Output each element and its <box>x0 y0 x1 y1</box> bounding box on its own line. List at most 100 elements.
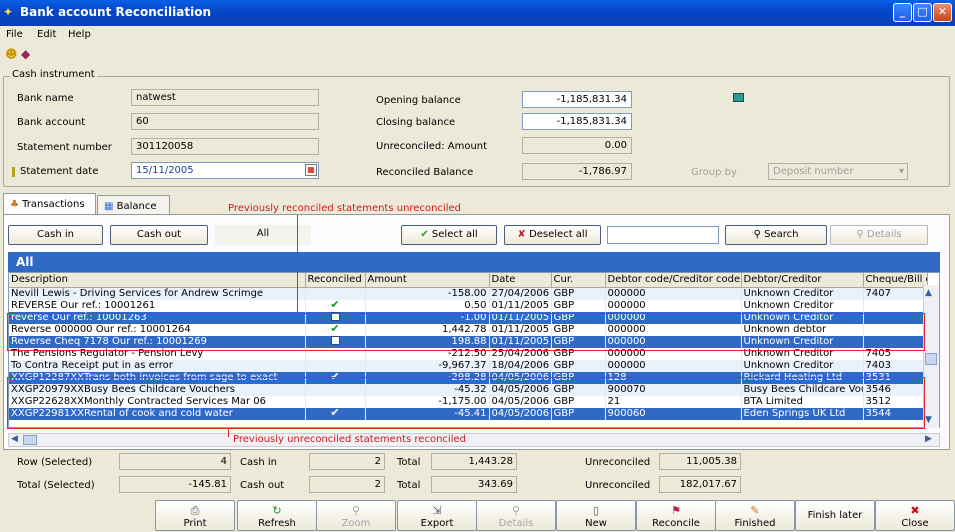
statement-number-label: Statement number <box>17 142 112 153</box>
print-button[interactable]: ⎙ Print <box>155 500 235 531</box>
reconciled-balance-field: -1,786.97 <box>522 163 632 180</box>
column-header-currency[interactable]: Cur. <box>551 273 606 288</box>
table-row[interactable]: To Contra Receipt put in as error -9,967.… <box>9 359 928 372</box>
calendar-icon[interactable]: ▦ <box>305 164 317 176</box>
scroll-left-icon[interactable]: ◀ <box>11 434 18 444</box>
smiley-icon[interactable]: ☻ <box>5 47 18 61</box>
select-all-button[interactable]: ✔ Select all <box>401 225 497 245</box>
scroll-down-icon[interactable]: ▼ <box>925 415 932 425</box>
menu-help[interactable]: Help <box>68 29 91 40</box>
finished-button[interactable]: ✎ Finished <box>715 500 795 531</box>
details-icon: ⚲ <box>511 504 521 517</box>
new-label: New <box>585 518 607 529</box>
cell-reconciled[interactable] <box>305 359 366 372</box>
cash-out-button[interactable]: Cash out <box>110 225 208 245</box>
cell-description: To Contra Receipt put in as error <box>9 359 306 372</box>
column-header-party[interactable]: Debtor/Creditor <box>741 273 864 288</box>
cash-out-count-label: Cash out <box>240 480 285 491</box>
close-label: Close <box>901 518 929 529</box>
close-icon: ✖ <box>910 504 920 517</box>
close-button[interactable]: ✖ Close <box>875 500 955 531</box>
statement-date-field[interactable]: 15/11/2005 <box>131 162 319 179</box>
chevron-down-icon: ▾ <box>898 166 904 177</box>
cash-in-count-value: 2 <box>309 453 385 470</box>
horizontal-scrollbar[interactable]: ◀ ▶ <box>8 433 940 447</box>
cell-party: Unknown Creditor <box>741 287 864 300</box>
menu-edit[interactable]: Edit <box>37 29 56 40</box>
total-out-label: Total <box>397 480 421 491</box>
cell-cheque <box>863 299 928 312</box>
cell-cheque: 7403 <box>863 359 928 372</box>
reconcile-button[interactable]: ⚑ Reconcile <box>636 500 716 531</box>
cell-currency: GBP <box>551 359 606 372</box>
scroll-up-icon[interactable]: ▲ <box>925 288 932 298</box>
search-button[interactable]: ⚲ Search <box>725 225 827 245</box>
deselect-all-label: Deselect all <box>529 229 588 240</box>
uncheck-icon: ✘ <box>517 229 526 240</box>
cell-cheque: 7407 <box>863 287 928 300</box>
finish-later-button[interactable]: Finish later <box>795 500 875 531</box>
finished-icon: ✎ <box>750 504 760 517</box>
cell-reconciled[interactable] <box>305 287 366 300</box>
cell-reconciled[interactable]: ✔ <box>305 299 366 312</box>
new-button[interactable]: ▯ New <box>556 500 636 531</box>
refresh-icon: ↻ <box>272 504 282 517</box>
export-label: Export <box>420 518 454 529</box>
export-button[interactable]: ⇲ Export <box>397 500 477 531</box>
minimize-button[interactable]: _ <box>893 3 912 22</box>
check-icon: ✔ <box>420 229 429 240</box>
hscroll-thumb[interactable] <box>23 435 37 445</box>
scroll-right-icon[interactable]: ▶ <box>925 434 932 444</box>
closing-balance-field[interactable]: -1,185,831.34 <box>522 113 632 130</box>
column-header-amount[interactable]: Amount <box>365 273 490 288</box>
window-title: Bank account Reconciliation <box>20 5 211 19</box>
deselect-all-button[interactable]: ✘ Deselect all <box>504 225 601 245</box>
close-window-button[interactable]: ✕ <box>933 3 952 22</box>
cell-code: 000000 <box>605 359 742 372</box>
bank-account-label: Bank account <box>17 117 86 128</box>
zoom-icon: ⚲ <box>351 504 361 517</box>
refresh-button[interactable]: ↻ Refresh <box>237 500 317 531</box>
menu-file[interactable]: File <box>6 29 23 40</box>
scroll-thumb[interactable] <box>925 353 937 365</box>
details-filter-button[interactable]: ⚲ Details <box>830 225 928 245</box>
total-selected-label: Total (Selected) <box>17 480 95 491</box>
cell-amount: -9,967.37 <box>365 359 490 372</box>
new-document-icon: ▯ <box>592 504 600 517</box>
cell-amount: -158.00 <box>365 287 490 300</box>
tab-balance-label: Balance <box>116 201 157 212</box>
opening-balance-field[interactable]: -1,185,831.34 <box>522 91 632 108</box>
column-header-cheque[interactable]: Cheque/Bill of e <box>863 273 928 288</box>
group-by-label: Group by <box>691 167 737 178</box>
column-header-date[interactable]: Date <box>489 273 552 288</box>
cell-amount: 0.50 <box>365 299 490 312</box>
unreconciled-2-value: 182,017.67 <box>659 476 741 493</box>
cash-in-button[interactable]: Cash in <box>8 225 103 245</box>
calculator-icon[interactable] <box>733 93 744 102</box>
binoculars-icon: ⚲ <box>753 229 761 240</box>
zoom-button[interactable]: ⚲ Zoom <box>316 500 396 531</box>
transactions-icon: ♣ <box>10 199 19 210</box>
cash-in-count-label: Cash in <box>240 457 277 468</box>
table-row[interactable]: REVERSE Our ref.: 10001261 ✔ 0.50 01/11/200… <box>9 299 928 312</box>
tab-balance[interactable]: ▦ Balance <box>97 195 170 215</box>
reconcile-label: Reconcile <box>652 518 700 529</box>
book-icon[interactable]: ◆ <box>21 47 30 61</box>
search-label: Search <box>764 229 799 240</box>
closing-balance-label: Closing balance <box>376 117 456 128</box>
vertical-scrollbar[interactable]: ▲ ▼ <box>923 285 939 428</box>
details-button[interactable]: ⚲ Details <box>476 500 556 531</box>
column-header-code[interactable]: Debtor code/Creditor code <box>605 273 742 288</box>
select-all-label: Select all <box>431 229 478 240</box>
column-header-reconciled[interactable]: Reconciled <box>305 273 366 288</box>
column-header-description[interactable]: Description <box>9 273 306 288</box>
reconciled-check-icon[interactable]: ✔ <box>330 300 339 311</box>
opening-balance-label: Opening balance <box>376 95 461 106</box>
tab-transactions[interactable]: ♣ Transactions <box>3 193 96 215</box>
group-by-select[interactable]: Deposit number ▾ <box>768 163 908 180</box>
grid-header-row: Description Reconciled Amount Date Cur. … <box>9 273 928 288</box>
search-input[interactable] <box>607 226 719 244</box>
required-marker <box>12 167 15 177</box>
table-row[interactable]: Nevill Lewis - Driving Services for Andr… <box>9 287 928 300</box>
maximize-button[interactable]: □ <box>913 3 932 22</box>
